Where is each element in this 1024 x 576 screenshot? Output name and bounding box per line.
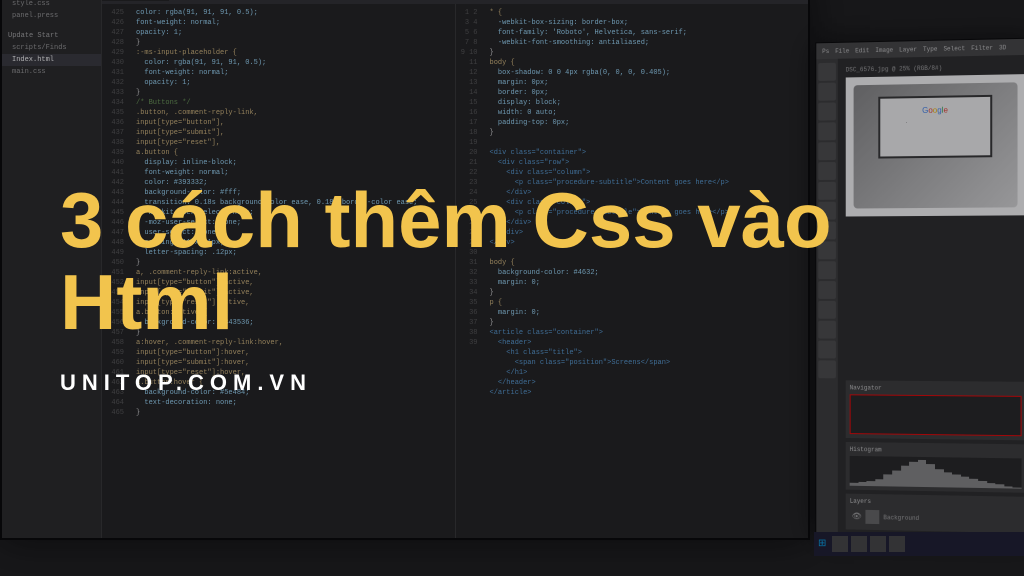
headline-text: 3 cách thêm Css vào Html xyxy=(60,180,1024,344)
website-url: UNITOP.COM.VN xyxy=(60,370,1024,396)
title-overlay: 3 cách thêm Css vào Html UNITOP.COM.VN xyxy=(0,0,1024,576)
